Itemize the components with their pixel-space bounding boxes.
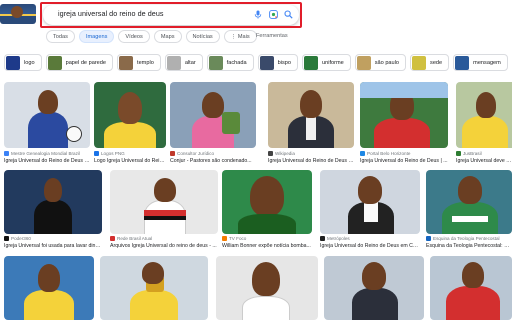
chip-label: são paulo <box>374 59 400 66</box>
chip-thumbnail <box>6 55 20 70</box>
related-search-chips: logo papel de parede templo altar fachad… <box>4 54 508 72</box>
result-image[interactable] <box>100 256 208 320</box>
chip-uniforme[interactable]: uniforme <box>301 54 351 71</box>
result-source: Mestre Genealogia Mondial Brazil <box>4 151 80 156</box>
tab-todas[interactable]: Todas <box>46 30 75 43</box>
chip-thumbnail <box>166 55 181 70</box>
chip-thumbnail <box>455 55 470 70</box>
result-image[interactable] <box>320 170 420 234</box>
result-image[interactable] <box>360 82 448 148</box>
result-image[interactable] <box>324 256 424 320</box>
top-bar: igreja universal do reino de deus <box>0 0 512 32</box>
chip-bispo[interactable]: bispo <box>257 54 298 71</box>
result-source: Wikipedia <box>268 151 295 156</box>
result-caption[interactable]: Igreja Universal foi usada para lavar di… <box>4 243 102 249</box>
chip-label: templo <box>137 59 154 66</box>
chip-sede[interactable]: sede <box>410 54 450 71</box>
result-caption[interactable]: Igreja Universal deve de... <box>456 158 512 164</box>
tab-noticias[interactable]: Notícias <box>185 30 220 43</box>
chip-papel-de-parede[interactable]: papel de parede <box>45 54 114 71</box>
chip-thumbnail <box>303 55 318 70</box>
result-source: Logos PNG <box>94 151 125 156</box>
chip-altar[interactable]: altar <box>164 54 203 71</box>
result-image[interactable] <box>222 170 312 234</box>
tab-imagens[interactable]: Imagens <box>78 30 115 43</box>
chip-mensagem[interactable]: mensagem <box>453 54 508 71</box>
result-image[interactable] <box>4 82 90 148</box>
result-image[interactable] <box>4 256 94 320</box>
result-source: Poder360 <box>4 236 31 241</box>
chip-label: fachada <box>226 59 247 66</box>
result-source: TV Foco <box>222 236 246 241</box>
tab-videos[interactable]: Vídeos <box>118 30 150 43</box>
result-source: Rede Brasil Atual <box>110 236 152 241</box>
result-image[interactable] <box>4 170 102 234</box>
tools-button[interactable]: Ferramentas <box>256 33 288 39</box>
tab-mais[interactable]: ⋮ Mais <box>223 30 257 43</box>
chip-logo[interactable]: logo <box>4 54 42 71</box>
chip-sao-paulo[interactable]: são paulo <box>354 54 407 71</box>
result-image[interactable] <box>426 170 512 234</box>
search-input[interactable]: igreja universal do reino de deus <box>58 9 164 18</box>
result-source: JusBrasil <box>456 151 482 156</box>
chip-label: bispo <box>277 59 291 66</box>
result-image[interactable] <box>268 82 354 148</box>
result-image[interactable] <box>456 82 512 148</box>
result-caption[interactable]: Arquivos Igreja Universal do reino de de… <box>110 243 218 249</box>
chip-label: papel de parede <box>65 59 107 66</box>
result-caption[interactable]: Conjur - Pastores são condenado... <box>170 158 256 164</box>
result-caption[interactable]: Igreja Universal do Reino de Deus | ... <box>360 158 448 164</box>
chip-label: sede <box>430 59 443 66</box>
previous-result-thumbnail[interactable] <box>0 4 36 24</box>
result-caption[interactable]: Igreja Universal do Reino de Deus em CA.… <box>320 243 420 249</box>
chip-thumbnail <box>356 55 371 70</box>
result-source: Esquina da Teologia Pentecostal <box>426 236 500 241</box>
result-caption[interactable]: Igreja Universal do Reino de Deus - ... <box>268 158 354 164</box>
result-caption[interactable]: Igreja Universal do Reino de Deus | M... <box>4 158 90 164</box>
result-source: Metrópoles <box>320 236 350 241</box>
result-image[interactable] <box>430 256 512 320</box>
chip-thumbnail <box>412 55 427 70</box>
chip-thumbnail <box>119 55 134 70</box>
tab-maps[interactable]: Maps <box>153 30 182 43</box>
search-icon[interactable] <box>283 9 293 19</box>
microphone-icon[interactable] <box>253 9 263 19</box>
chip-label: uniforme <box>321 59 344 66</box>
result-image[interactable] <box>170 82 256 148</box>
result-caption[interactable]: William Bonner expõe notícia bomba... <box>222 243 312 249</box>
result-source: Portal Belo Horizonte <box>360 151 410 156</box>
chip-label: logo <box>24 59 35 66</box>
result-source: Consultor Jurídico <box>170 151 214 156</box>
result-image[interactable] <box>94 82 166 148</box>
google-lens-icon[interactable] <box>268 9 278 19</box>
search-type-tabs: Todas Imagens Vídeos Maps Notícias ⋮ Mai… <box>46 30 257 44</box>
chip-label: mensagem <box>473 59 501 66</box>
result-caption[interactable]: Logo Igreja Universal do Reino de... <box>94 158 166 164</box>
chip-thumbnail <box>208 55 223 70</box>
result-image[interactable] <box>110 170 218 234</box>
result-caption[interactable]: Esquina da Teologia Pentecostal: Bispo .… <box>426 243 512 249</box>
chip-thumbnail <box>259 55 274 70</box>
chip-fachada[interactable]: fachada <box>206 54 254 71</box>
chip-thumbnail <box>47 55 62 70</box>
chip-templo[interactable]: templo <box>117 54 161 71</box>
chip-label: altar <box>184 59 196 66</box>
result-image[interactable] <box>216 256 318 320</box>
